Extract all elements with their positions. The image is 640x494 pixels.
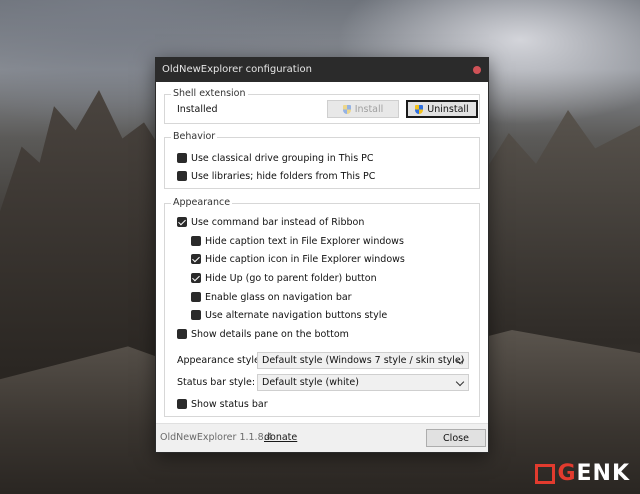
checkbox[interactable] [177,153,187,163]
option-label: Use classical drive grouping in This PC [191,152,374,164]
appearance-style-label: Appearance style: [177,355,264,366]
behavior-title: Behavior [171,130,218,144]
shell-extension-title: Shell extension [171,87,248,101]
checkbox[interactable] [191,292,201,302]
checkbox[interactable] [191,273,201,283]
close-button-label: Close [443,432,469,444]
status-bar-style-value: Default style (white) [262,377,359,388]
option-show-status-bar[interactable]: Show status bar [177,397,268,411]
watermark-letter-g: G [557,461,577,486]
checkbox[interactable] [191,254,201,264]
status-bar-style-label: Status bar style: [177,377,256,388]
genk-watermark: G ENK [535,461,630,486]
option-label: Enable glass on navigation bar [205,291,352,303]
uninstall-button-label: Uninstall [427,103,469,115]
close-button[interactable]: Close [426,429,486,447]
appearance-style-value: Default style (Windows 7 style / skin st… [262,355,465,366]
checkbox[interactable] [177,329,187,339]
uninstall-button[interactable]: Uninstall [406,100,478,118]
appearance-group: Appearance Use command bar instead of Ri… [164,196,480,417]
option-label: Hide caption text in File Explorer windo… [205,235,404,247]
option-details-pane-bottom[interactable]: Show details pane on the bottom [177,327,349,341]
appearance-style-select[interactable]: Default style (Windows 7 style / skin st… [257,352,469,369]
option-label: Use libraries; hide folders from This PC [191,170,376,182]
install-button-label: Install [354,103,384,115]
option-label: Show details pane on the bottom [191,328,349,340]
option-command-bar[interactable]: Use command bar instead of Ribbon [177,215,364,229]
shell-extension-group: Shell extension Installed Install Uninst… [164,87,480,124]
appearance-title: Appearance [171,196,233,210]
uac-shield-icon [415,104,424,114]
option-label: Use alternate navigation buttons style [205,309,388,321]
checkbox[interactable] [177,171,187,181]
footer-bar: OldNewExplorer 1.1.8.4 donate Close [156,423,488,452]
option-hide-up-button[interactable]: Hide Up (go to parent folder) button [191,271,377,285]
install-button[interactable]: Install [327,100,399,118]
window-title: OldNewExplorer configuration [162,64,312,75]
option-alternate-nav-buttons[interactable]: Use alternate navigation buttons style [191,308,387,322]
uac-shield-icon [342,104,351,114]
option-label: Hide caption icon in File Explorer windo… [205,253,405,265]
checkbox[interactable] [177,399,187,409]
option-label: Show status bar [191,398,268,410]
status-bar-style-select[interactable]: Default style (white) [257,374,469,391]
title-bar[interactable]: OldNewExplorer configuration [156,58,488,82]
option-hide-caption-icon[interactable]: Hide caption icon in File Explorer windo… [191,252,405,266]
version-label: OldNewExplorer 1.1.8.4 [160,432,273,443]
close-window-icon[interactable] [473,66,481,74]
checkbox[interactable] [191,236,201,246]
option-classical-drive-grouping[interactable]: Use classical drive grouping in This PC [177,151,374,165]
install-status: Installed [177,104,218,115]
option-use-libraries[interactable]: Use libraries; hide folders from This PC [177,169,375,183]
option-label: Use command bar instead of Ribbon [191,216,365,228]
donate-link[interactable]: donate [264,432,297,443]
config-window: OldNewExplorer configuration Shell exten… [155,57,489,453]
behavior-group: Behavior Use classical drive grouping in… [164,130,480,189]
checkbox[interactable] [177,217,187,227]
option-enable-glass[interactable]: Enable glass on navigation bar [191,290,352,304]
checkbox[interactable] [191,310,201,320]
chevron-down-icon [455,377,465,387]
watermark-text: ENK [576,461,630,486]
option-hide-caption-text[interactable]: Hide caption text in File Explorer windo… [191,234,404,248]
option-label: Hide Up (go to parent folder) button [205,272,377,284]
genk-logo-icon [535,463,556,484]
